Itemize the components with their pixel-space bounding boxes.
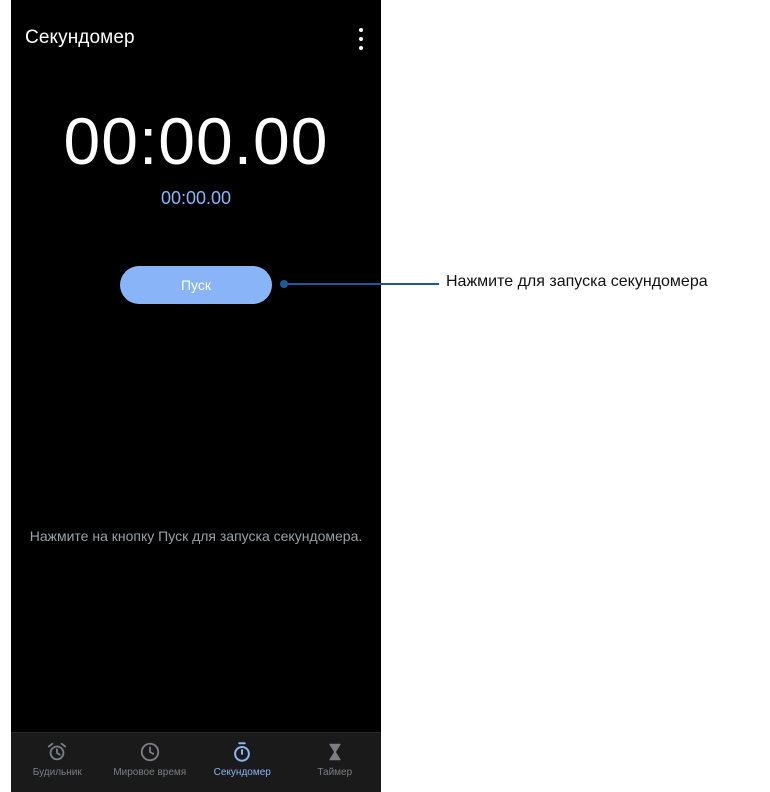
hint-text: Нажмите на кнопку Пуск для запуска секун… <box>29 528 363 544</box>
callout-dot <box>280 280 288 288</box>
app-bar: Секундомер <box>11 0 381 80</box>
nav-item-world-clock[interactable]: Мировое время <box>104 733 197 792</box>
hourglass-icon <box>329 743 341 761</box>
alarm-icon <box>48 742 67 761</box>
callout-text: Нажмите для запуска секундомера <box>446 273 708 290</box>
more-options-icon-dot <box>359 46 363 50</box>
callout-line <box>283 283 439 285</box>
nav-item-timer[interactable]: Таймер <box>289 733 382 792</box>
nav-label-timer: Таймер <box>317 767 353 778</box>
clock-icon <box>140 742 159 762</box>
nav-item-stopwatch[interactable]: Секундомер <box>196 733 289 792</box>
more-options-icon <box>359 28 363 32</box>
nav-label-world-clock: Мировое время <box>113 767 187 778</box>
more-options-button[interactable] <box>351 28 371 50</box>
nav-label-alarm: Будильник <box>32 767 82 778</box>
start-button[interactable]: Пуск <box>120 266 272 304</box>
lap-time: 00:00.00 <box>160 188 232 208</box>
bottom-navigation: Будильник Мировое время Секундомер Тайме… <box>11 732 381 792</box>
more-options-icon-dot <box>359 37 363 41</box>
app-title: Секундомер <box>25 27 135 48</box>
nav-label-stopwatch: Секундомер <box>213 767 271 778</box>
stopwatch-time: 00:00.00 <box>63 104 329 178</box>
nav-item-alarm[interactable]: Будильник <box>11 733 104 792</box>
stopwatch-icon <box>234 742 251 762</box>
canvas: Секундомер 00:00.00 00:00.00 Пуск Нажмит… <box>0 0 770 792</box>
phone-screen: Секундомер 00:00.00 00:00.00 Пуск Нажмит… <box>11 0 381 792</box>
